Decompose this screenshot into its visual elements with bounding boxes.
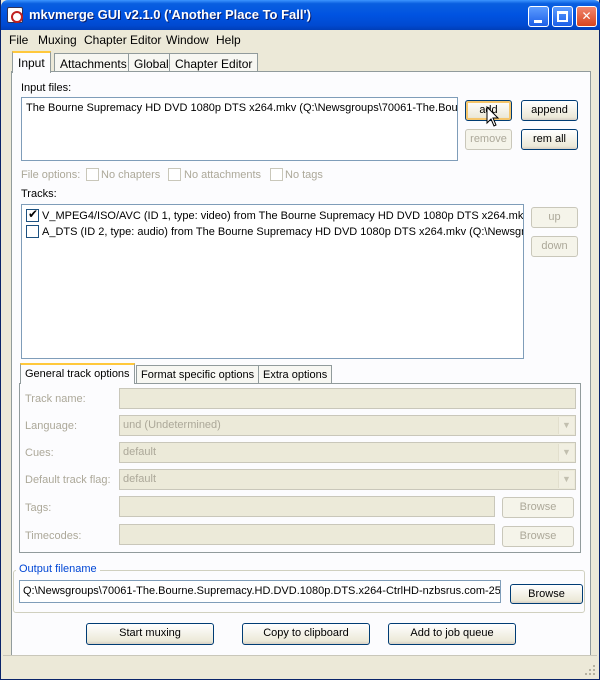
- track-name-input[interactable]: [119, 388, 576, 409]
- add-to-job-queue-button[interactable]: Add to job queue: [388, 623, 516, 645]
- maximize-icon: [557, 11, 568, 22]
- no-attachments-label: No attachments: [184, 169, 262, 181]
- status-bar: [3, 655, 597, 677]
- start-muxing-button[interactable]: Start muxing: [86, 623, 214, 645]
- menu-bar: File Muxing Chapter Editor Window Help: [1, 30, 599, 50]
- append-button[interactable]: append: [521, 100, 578, 121]
- no-chapters-label: No chapters: [101, 169, 161, 181]
- cues-value: default: [123, 446, 157, 458]
- tags-browse-button[interactable]: Browse: [502, 497, 574, 518]
- output-filename-input[interactable]: Q:\Newsgroups\70061-The.Bourne.Supremacy…: [19, 580, 501, 603]
- input-files-list[interactable]: The Bourne Supremacy HD DVD 1080p DTS x2…: [21, 97, 458, 161]
- output-browse-button[interactable]: Browse: [510, 584, 583, 604]
- tab-chapter-editor[interactable]: Chapter Editor: [169, 53, 259, 73]
- timecodes-label: Timecodes:: [25, 530, 82, 542]
- close-icon: ✕: [581, 9, 592, 23]
- chevron-down-icon[interactable]: ▼: [558, 444, 574, 461]
- track-1-checkbox[interactable]: ✔: [26, 207, 39, 222]
- tracks-label: Tracks:: [21, 188, 57, 200]
- no-tags-label: No tags: [285, 169, 323, 181]
- tab-attachments[interactable]: Attachments: [54, 53, 133, 73]
- menu-chapter-editor[interactable]: Chapter Editor: [84, 33, 161, 47]
- timecodes-browse-button[interactable]: Browse: [502, 526, 574, 547]
- language-label: Language:: [25, 420, 77, 432]
- minimize-button[interactable]: [528, 6, 549, 27]
- tab-extra-options[interactable]: Extra options: [258, 365, 333, 384]
- tags-input[interactable]: [119, 496, 495, 517]
- copy-to-clipboard-button[interactable]: Copy to clipboard: [242, 623, 370, 645]
- tags-label: Tags:: [25, 502, 52, 514]
- track-2-label[interactable]: A_DTS (ID 2, type: audio) from The Bourn…: [42, 226, 523, 238]
- chevron-down-icon[interactable]: ▼: [558, 417, 574, 434]
- tab-global[interactable]: Global: [128, 53, 175, 73]
- app-icon: [7, 7, 23, 23]
- checkmark-icon: ✔: [28, 207, 39, 221]
- default-track-flag-value: default: [123, 473, 157, 485]
- default-track-flag-select[interactable]: default ▼: [119, 469, 576, 490]
- resize-grip-icon[interactable]: [584, 664, 596, 676]
- input-files-label: Input files:: [21, 82, 72, 94]
- timecodes-input[interactable]: [119, 524, 495, 545]
- track-2-checkbox[interactable]: [26, 225, 39, 238]
- remove-button[interactable]: remove: [465, 129, 512, 150]
- language-select[interactable]: und (Undetermined) ▼: [119, 415, 576, 436]
- close-button[interactable]: ✕: [576, 6, 597, 27]
- menu-file[interactable]: File: [9, 33, 28, 47]
- no-chapters-checkbox[interactable]: [86, 168, 99, 181]
- tab-general-track-options[interactable]: General track options: [20, 363, 135, 384]
- track-down-button[interactable]: down: [531, 236, 578, 257]
- file-options-label: File options:: [21, 169, 81, 181]
- tracks-list[interactable]: ✔ V_MPEG4/ISO/AVC (ID 1, type: video) fr…: [21, 204, 524, 359]
- tab-format-specific-options[interactable]: Format specific options: [136, 365, 260, 384]
- minimize-icon: [534, 20, 542, 23]
- track-1-label[interactable]: V_MPEG4/ISO/AVC (ID 1, type: video) from…: [42, 210, 523, 222]
- menu-help[interactable]: Help: [216, 33, 241, 47]
- cues-label: Cues:: [25, 447, 54, 459]
- chevron-down-icon[interactable]: ▼: [558, 471, 574, 488]
- title-bar[interactable]: mkvmerge GUI v2.1.0 ('Another Place To F…: [1, 0, 600, 30]
- menu-window[interactable]: Window: [166, 33, 209, 47]
- window-title: mkvmerge GUI v2.1.0 ('Another Place To F…: [29, 7, 311, 22]
- rem-all-button[interactable]: rem all: [521, 129, 578, 150]
- no-attachments-checkbox[interactable]: [168, 168, 181, 181]
- input-file-item[interactable]: The Bourne Supremacy HD DVD 1080p DTS x2…: [26, 102, 457, 114]
- default-track-flag-label: Default track flag:: [25, 474, 111, 486]
- main-window: mkvmerge GUI v2.1.0 ('Another Place To F…: [0, 0, 600, 680]
- track-up-button[interactable]: up: [531, 207, 578, 228]
- cues-select[interactable]: default ▼: [119, 442, 576, 463]
- no-tags-checkbox[interactable]: [270, 168, 283, 181]
- track-name-label: Track name:: [25, 393, 86, 405]
- menu-muxing[interactable]: Muxing: [38, 33, 77, 47]
- mouse-cursor-icon: [486, 106, 500, 127]
- output-filename-label: Output filename: [16, 563, 100, 575]
- language-value: und (Undetermined): [123, 419, 221, 431]
- maximize-button[interactable]: [552, 6, 573, 27]
- tab-input[interactable]: Input: [12, 51, 51, 73]
